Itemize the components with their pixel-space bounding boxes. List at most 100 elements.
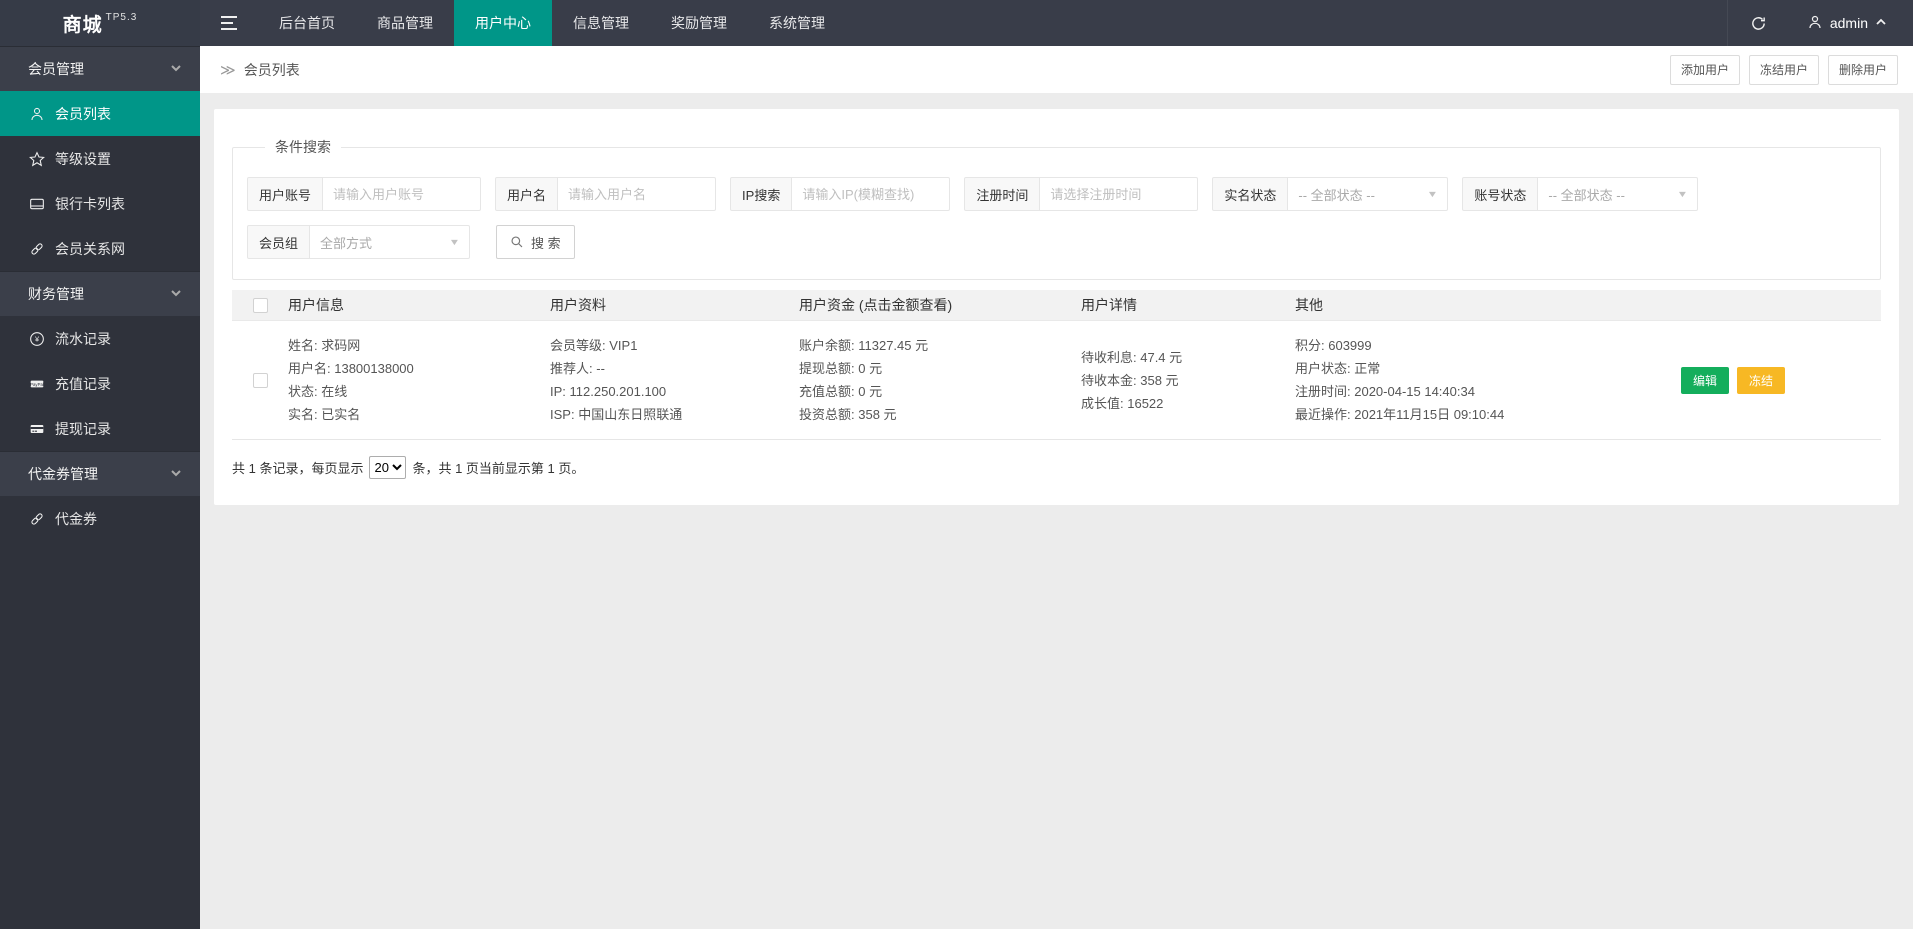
nav-item-user-center[interactable]: 用户中心 xyxy=(454,0,552,46)
sidebar-item-member-network[interactable]: 会员关系网 xyxy=(0,226,200,271)
member-list-panel: 条件搜索 用户账号 用户名 IP搜索 注册时间 xyxy=(214,109,1899,505)
column-header-user-detail: 用户详情 xyxy=(1081,297,1137,313)
table-header: 用户信息 用户资料 用户资金 (点击金额查看) 用户详情 其他 xyxy=(232,290,1881,321)
yen-circle-icon: ¥ xyxy=(28,330,45,347)
cell-other: 积分: 603999 用户状态: 正常 注册时间: 2020-04-15 14:… xyxy=(1295,334,1681,426)
sidebar-item-recharge-records[interactable]: PayPal 充值记录 xyxy=(0,361,200,406)
sidebar-section-voucher-management[interactable]: 代金券管理 xyxy=(0,451,200,496)
table-row: 姓名: 求码网 用户名: 13800138000 状态: 在线 实名: 已实名 … xyxy=(232,321,1881,440)
page-size-select[interactable]: 20 xyxy=(369,456,407,479)
isp-value: 中国山东日照联通 xyxy=(578,407,683,422)
username-link[interactable]: 13800138000 xyxy=(334,361,414,376)
refresh-icon[interactable] xyxy=(1726,0,1789,46)
freeze-button[interactable]: 冻结 xyxy=(1737,366,1786,394)
user-icon xyxy=(28,105,45,122)
cell-user-funds: 账户余额: 11327.45 元 提现总额: 0 元 充值总额: 0 元 投资总… xyxy=(799,334,1081,426)
last-operation-value: 2021年11月15日 09:10:44 xyxy=(1354,407,1505,422)
referrer-value: -- xyxy=(596,361,605,376)
cell-user-detail: 待收利息: 47.4 元 待收本金: 358 元 成长值: 16522 xyxy=(1081,346,1295,415)
recharge-total-amount[interactable]: 0 元 xyxy=(858,384,882,399)
select-value: 全部方式 xyxy=(320,235,373,251)
user-status-value: 正常 xyxy=(1354,361,1381,376)
row-checkbox[interactable] xyxy=(252,372,268,388)
filter-account-status: 账号状态 -- 全部状态 -- ▼ xyxy=(1462,177,1699,211)
section-title: 财务管理 xyxy=(28,286,84,302)
filter-label: 账号状态 xyxy=(1462,177,1539,211)
invest-total-amount[interactable]: 358 元 xyxy=(858,407,896,422)
withdraw-total-amount[interactable]: 0 元 xyxy=(858,361,882,376)
field-label: IP: xyxy=(550,384,570,399)
field-label: 推荐人: xyxy=(550,361,597,376)
topbar: 商城 TP5.3 后台首页 商品管理 用户中心 信息管理 奖励管理 系统管理 ad… xyxy=(0,0,1913,46)
sidebar-item-transaction-records[interactable]: ¥ 流水记录 xyxy=(0,316,200,361)
link-icon xyxy=(28,240,45,257)
sidebar-section-finance-management[interactable]: 财务管理 xyxy=(0,271,200,316)
sidebar-item-vouchers[interactable]: 代金券 xyxy=(0,496,200,541)
hamburger-menu-icon[interactable] xyxy=(200,0,258,46)
field-label: 提现总额: xyxy=(799,361,859,376)
cell-user-profile: 会员等级: VIP1 推荐人: -- IP: 112.250.201.100 I… xyxy=(550,334,799,426)
points-value: 603999 xyxy=(1328,338,1372,353)
field-label: 账户余额: xyxy=(799,338,859,353)
freeze-user-button[interactable]: 冻结用户 xyxy=(1748,54,1819,85)
select-all-checkbox[interactable] xyxy=(252,297,268,313)
sidebar-item-level-settings[interactable]: 等级设置 xyxy=(0,136,200,181)
column-header-user-info: 用户信息 xyxy=(288,297,344,313)
sidebar-section-member-management[interactable]: 会员管理 xyxy=(0,46,200,91)
nav-item-dashboard[interactable]: 后台首页 xyxy=(258,0,356,46)
app-logo-version: TP5.3 xyxy=(105,11,138,23)
ip-search-input[interactable] xyxy=(792,177,951,211)
sidebar-item-bank-card-list[interactable]: 银行卡列表 xyxy=(0,181,200,226)
field-label: 最近操作: xyxy=(1295,407,1355,422)
field-label: 充值总额: xyxy=(799,384,859,399)
page-title: 会员列表 xyxy=(243,61,300,78)
main-content: ≫ 会员列表 添加用户 冻结用户 删除用户 条件搜索 用户账号 用户名 IP搜索 xyxy=(200,46,1913,929)
column-header-other: 其他 xyxy=(1295,297,1323,313)
field-label: 待收本金: xyxy=(1081,372,1141,388)
search-button[interactable]: 搜 索 xyxy=(496,225,575,259)
dropdown-arrow-icon: ▼ xyxy=(1427,189,1439,199)
user-account-input[interactable] xyxy=(323,177,482,211)
realname-status-select[interactable]: -- 全部状态 -- ▼ xyxy=(1288,177,1449,211)
nav-item-messages[interactable]: 信息管理 xyxy=(552,0,650,46)
person-icon xyxy=(1807,14,1823,33)
field-label: 姓名: xyxy=(288,338,322,353)
nav-item-products[interactable]: 商品管理 xyxy=(356,0,454,46)
delete-user-button[interactable]: 删除用户 xyxy=(1827,54,1898,85)
sidebar-item-withdrawal-records[interactable]: 提现记录 xyxy=(0,406,200,451)
filter-label: IP搜索 xyxy=(730,177,793,211)
filter-member-group: 会员组 全部方式 ▼ xyxy=(247,225,471,259)
member-group-select[interactable]: 全部方式 ▼ xyxy=(310,225,471,259)
add-user-button[interactable]: 添加用户 xyxy=(1669,54,1740,85)
filter-row-1: 用户账号 用户名 IP搜索 注册时间 实名状态 xyxy=(247,177,1866,211)
filter-user-account: 用户账号 xyxy=(247,177,482,211)
register-time-input[interactable] xyxy=(1040,177,1199,211)
sidebar-item-label: 会员关系网 xyxy=(55,240,125,257)
sidebar-item-member-list[interactable]: 会员列表 xyxy=(0,91,200,136)
sidebar-item-label: 流水记录 xyxy=(55,330,111,347)
top-nav: 后台首页 商品管理 用户中心 信息管理 奖励管理 系统管理 xyxy=(258,0,846,46)
cell-actions: 编辑 冻结 xyxy=(1681,366,1881,394)
field-label: 用户名: xyxy=(288,361,335,376)
chevron-down-icon xyxy=(170,286,182,302)
app-logo: 商城 TP5.3 xyxy=(0,0,200,46)
filter-ip-search: IP搜索 xyxy=(730,177,951,211)
field-label: 实名: xyxy=(288,407,322,422)
username-label: admin xyxy=(1829,15,1868,31)
topbar-right: admin xyxy=(1726,0,1913,46)
field-label: 积分: xyxy=(1295,338,1329,353)
nav-item-system[interactable]: 系统管理 xyxy=(748,0,846,46)
edit-button[interactable]: 编辑 xyxy=(1681,366,1730,394)
chevron-down-icon xyxy=(170,61,182,77)
field-label: 会员等级: xyxy=(550,338,610,353)
filter-row-2: 会员组 全部方式 ▼ 搜 索 xyxy=(247,225,1866,259)
credit-card-icon xyxy=(28,420,45,437)
nav-item-rewards[interactable]: 奖励管理 xyxy=(650,0,748,46)
user-menu[interactable]: admin xyxy=(1789,0,1913,46)
vip-level-value: VIP1 xyxy=(609,338,638,353)
filter-label: 注册时间 xyxy=(964,177,1041,211)
username-input[interactable] xyxy=(558,177,717,211)
real-name-value: 求码网 xyxy=(321,338,361,353)
balance-amount[interactable]: 11327.45 元 xyxy=(858,338,928,353)
account-status-select[interactable]: -- 全部状态 -- ▼ xyxy=(1538,177,1699,211)
